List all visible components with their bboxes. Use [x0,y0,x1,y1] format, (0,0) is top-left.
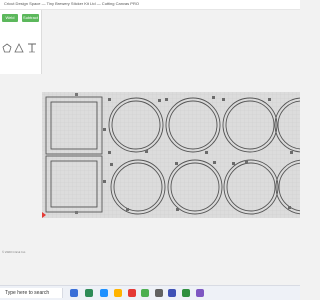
status-text: © 2023 Cricut Inc. [2,250,27,254]
excel-icon[interactable] [182,289,190,297]
cutting-mat[interactable] [0,74,300,260]
window-title: Cricut Design Space — Tiny Brewery Stick… [4,1,139,6]
triangle-icon[interactable] [14,43,24,53]
cricut-app-icon[interactable] [196,289,204,297]
tools-panel: Weld Subtract [0,10,42,75]
canvas-area[interactable] [0,74,300,260]
taskbar-search-placeholder: Type here to search [5,290,50,296]
window-titlebar: Cricut Design Space — Tiny Brewery Stick… [0,0,300,10]
subtract-button[interactable]: Subtract [22,14,39,22]
chrome-icon[interactable] [128,289,136,297]
task-view-icon[interactable] [70,289,78,297]
terminal-icon[interactable] [155,289,163,297]
word-icon[interactable] [168,289,176,297]
explorer-icon[interactable] [100,289,108,297]
os-taskbar: Type here to search [0,285,300,300]
text-tool-icon[interactable] [27,43,37,53]
folder-icon[interactable] [114,289,122,297]
pentagon-icon[interactable] [2,43,12,53]
weld-button[interactable]: Weld [2,14,18,22]
edge-icon[interactable] [85,289,93,297]
taskbar-search[interactable]: Type here to search [0,288,63,298]
app-icon[interactable] [141,289,149,297]
